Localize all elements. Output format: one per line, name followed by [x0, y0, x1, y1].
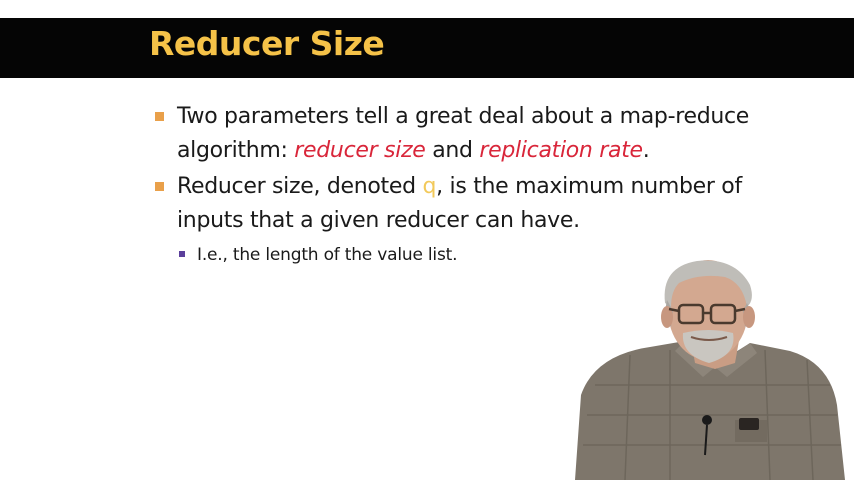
square-bullet-icon [155, 182, 164, 191]
variable-text: q [422, 174, 437, 199]
bullet-item: Two parameters tell a great deal about a… [155, 100, 755, 168]
square-bullet-icon [155, 112, 164, 121]
emphasis-text: reducer size [294, 138, 426, 163]
title-bar [0, 18, 854, 78]
presenter-video [575, 260, 845, 480]
bullet-text: . [642, 138, 650, 163]
sub-bullet-text: I.e., the length of the value list. [197, 245, 458, 265]
bullet-text: Reducer size, denoted [177, 174, 423, 199]
square-sub-bullet-icon [179, 251, 185, 257]
bullet-item: Reducer size, denoted q, is the maximum … [155, 170, 755, 238]
slide-content: Two parameters tell a great deal about a… [155, 100, 755, 270]
emphasis-text: replication rate [479, 138, 643, 163]
bullet-text: and [425, 138, 480, 163]
slide-title: Reducer Size [149, 24, 385, 63]
